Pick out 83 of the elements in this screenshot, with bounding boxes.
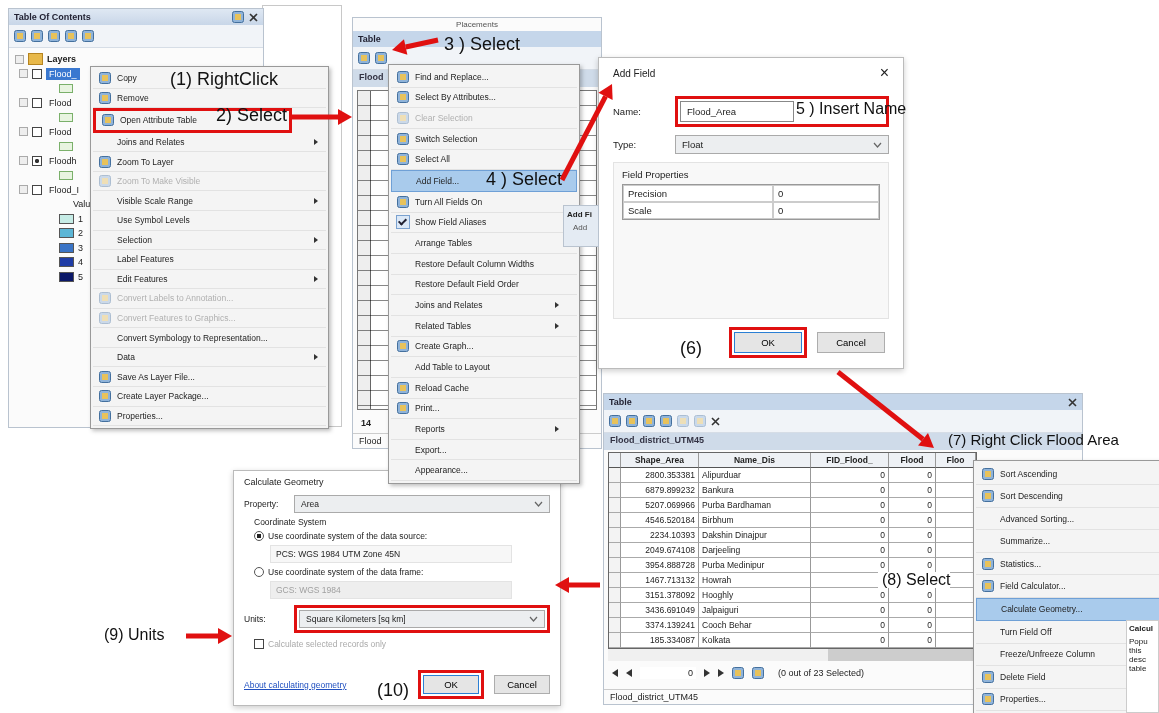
- tooltip-text: this: [1129, 646, 1143, 655]
- table-cell: 185.334087: [621, 633, 699, 648]
- table-cell: 0: [811, 483, 889, 498]
- table-cell: Bankura: [699, 483, 811, 498]
- table-cell: 0: [889, 468, 936, 483]
- tooltip-text: desc: [1129, 655, 1147, 664]
- step-annotation: (9) Units: [104, 627, 165, 643]
- table-cell: 0: [811, 633, 889, 648]
- table-cell: 6879.899232: [621, 483, 699, 498]
- table-cell: 0: [811, 618, 889, 633]
- step-annotation: (1) RightClick: [170, 70, 279, 88]
- table-cell: 0: [889, 543, 936, 558]
- table-cell: Jalpaiguri: [699, 603, 811, 618]
- step-annotation: (6): [680, 339, 702, 357]
- legend-heading: Valu: [73, 199, 91, 210]
- window-title: Table: [609, 397, 632, 407]
- step-annotation: (7) Right Click Flood Area: [948, 432, 1119, 447]
- table-cell: 2800.353381: [621, 468, 699, 483]
- table-cell: 0: [889, 528, 936, 543]
- table-cell: 0: [811, 513, 889, 528]
- table-cell: 2049.674108: [621, 543, 699, 558]
- table-cell: 0: [889, 603, 936, 618]
- legend-label: 4: [78, 257, 83, 268]
- table-cell: 0: [811, 528, 889, 543]
- legend-label: 1: [78, 213, 83, 224]
- window-caption: Placements: [455, 19, 499, 31]
- table-cell: 0: [811, 588, 889, 603]
- selection-status: (0 out of 23 Selected): [778, 668, 865, 678]
- step-annotation: 2) Select: [216, 106, 288, 124]
- step-annotation: 3 ) Select: [444, 35, 521, 53]
- step-annotation: 4 ) Select: [486, 170, 563, 188]
- legend-label: 3: [78, 242, 83, 253]
- table-cell: 0: [889, 618, 936, 633]
- table-cell: Hooghly: [699, 588, 811, 603]
- field-label: Units:: [244, 614, 267, 624]
- table-cell: Purba Medinipur: [699, 558, 811, 573]
- step-annotation: (8) Select: [878, 572, 951, 588]
- radio-label: Use coordinate system of the data frame:: [268, 567, 424, 577]
- table-cell: 0: [811, 468, 889, 483]
- table-cell: 4546.520184: [621, 513, 699, 528]
- table-cell: Dakshin Dinajpur: [699, 528, 811, 543]
- legend-label: 5: [78, 271, 83, 282]
- table-cell: Alipurduar: [699, 468, 811, 483]
- group-label: Coordinate System: [253, 517, 328, 527]
- table-cell: 3954.888728: [621, 558, 699, 573]
- window-title: Table: [358, 34, 381, 44]
- group-label: Field Properties: [622, 169, 690, 180]
- checkbox-label: Calculate selected records only: [268, 639, 387, 649]
- table-cell: 0: [889, 633, 936, 648]
- field-label: Name:: [613, 106, 642, 117]
- tooltip-text: table: [1129, 664, 1148, 673]
- table-cell: 3374.139241: [621, 618, 699, 633]
- step-annotation: (10): [377, 681, 409, 699]
- table-cell: 0: [889, 513, 936, 528]
- table-cell: Kolkata: [699, 633, 811, 648]
- tooltip-title: Calcul: [1129, 624, 1154, 633]
- table-cell: 3151.378092: [621, 588, 699, 603]
- field-label: Property:: [244, 499, 280, 509]
- radio-label: Use coordinate system of the data source:: [268, 531, 428, 541]
- dialog-title: Calculate Geometry: [244, 477, 325, 487]
- coordinate-system-field: PCS: WGS 1984 UTM Zone 45N: [270, 545, 512, 563]
- table-cell: 0: [811, 543, 889, 558]
- tooltip-text: Popu: [1129, 637, 1149, 646]
- table-cell: 5207.069966: [621, 498, 699, 513]
- table-cell: Purba Bardhaman: [699, 498, 811, 513]
- field-label: Type:: [613, 139, 638, 150]
- table-cell: Cooch Behar: [699, 618, 811, 633]
- legend-label: 2: [78, 228, 83, 239]
- coordinate-system-field: GCS: WGS 1984: [270, 581, 512, 599]
- dialog-title: Add Field: [613, 67, 656, 79]
- table-cell: Precision: [623, 185, 773, 202]
- panel-title: Table Of Contents: [14, 12, 91, 22]
- table-cell: 3436.691049: [621, 603, 699, 618]
- table-cell: 0: [811, 603, 889, 618]
- table-cell: 1467.713132: [621, 573, 699, 588]
- table-cell: 2234.10393: [621, 528, 699, 543]
- table-cell: Birbhum: [699, 513, 811, 528]
- table-cell: Howrah: [699, 573, 811, 588]
- table-cell: 0: [889, 498, 936, 513]
- table-cell: Scale: [623, 202, 773, 219]
- table-cell: 0: [811, 498, 889, 513]
- table-cell: 0: [889, 483, 936, 498]
- table-cell: Darjeeling: [699, 543, 811, 558]
